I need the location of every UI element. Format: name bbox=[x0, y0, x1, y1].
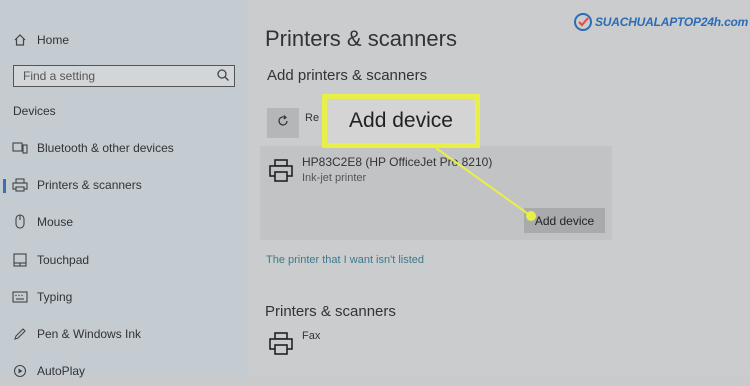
callout-connector bbox=[435, 147, 536, 221]
callout-label: Add device bbox=[327, 99, 475, 143]
logo-text: SUACHUALAPTOP24h.com bbox=[595, 15, 749, 29]
watermark-logo: SUACHUALAPTOP24h.com bbox=[573, 12, 748, 32]
logo-icon bbox=[574, 13, 592, 31]
callout-highlight: Add device bbox=[322, 94, 480, 148]
